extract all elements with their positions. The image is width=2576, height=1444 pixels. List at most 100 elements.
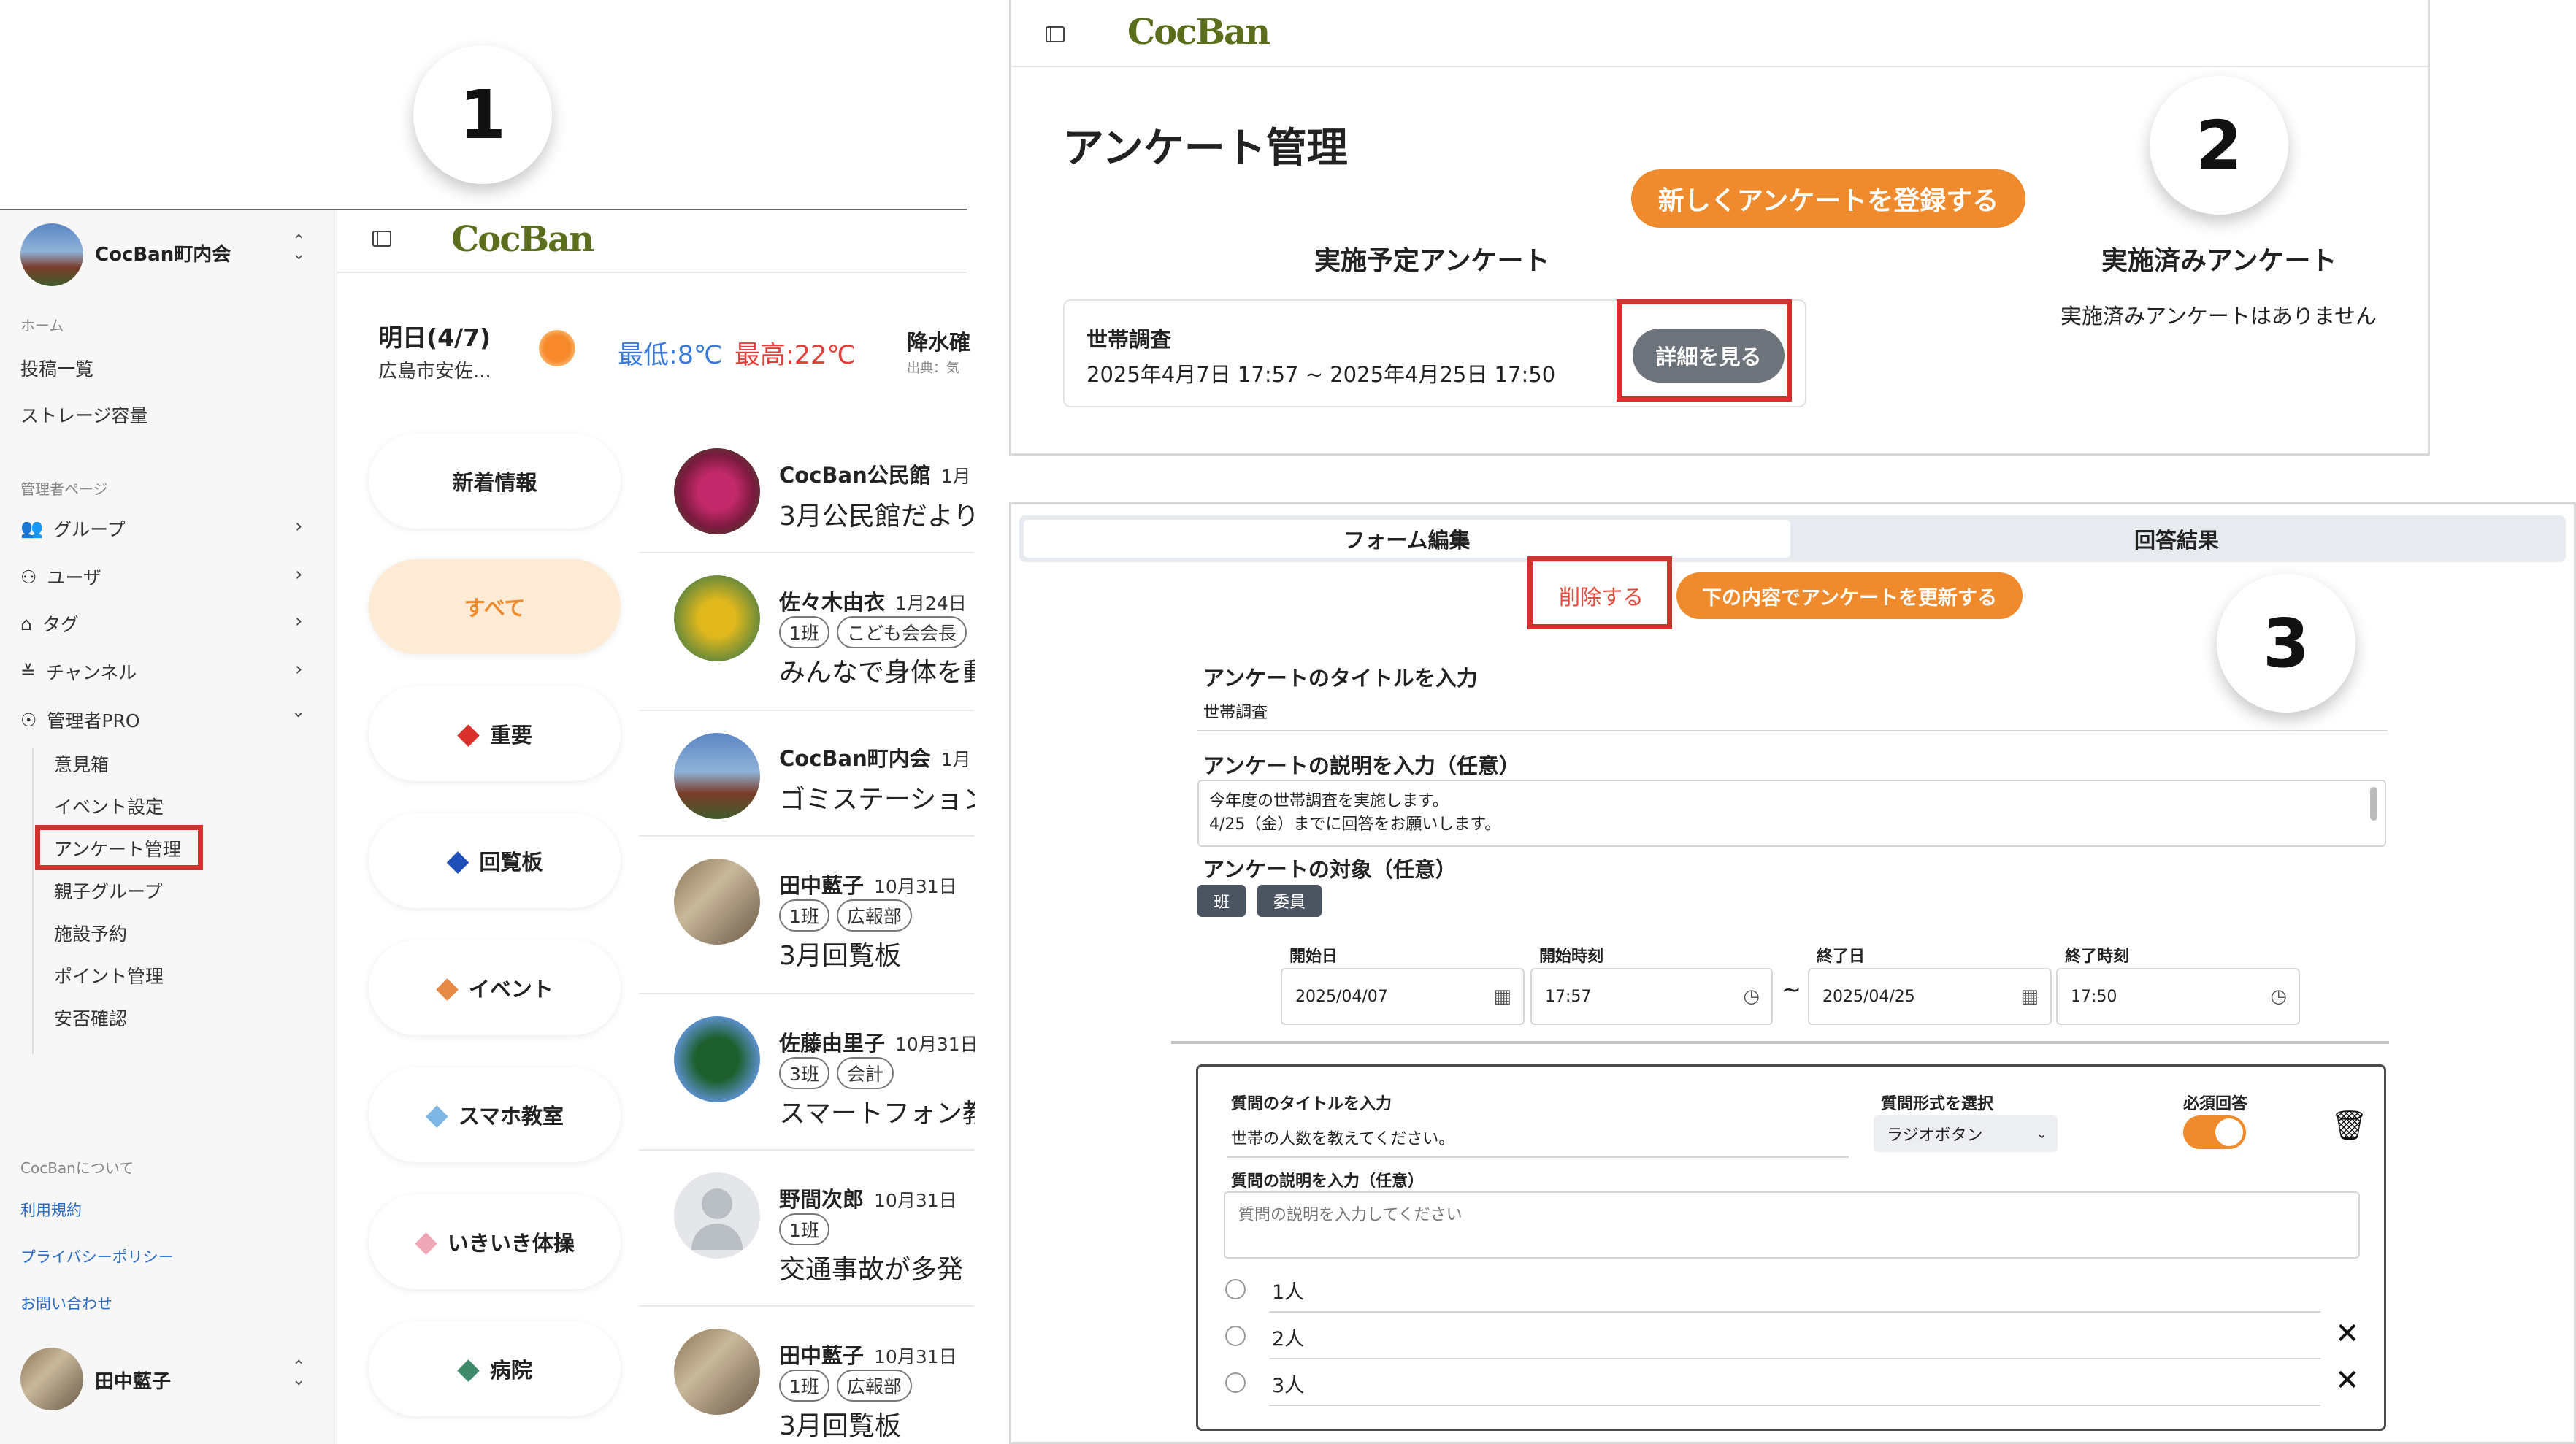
chevron-right-icon: › (295, 658, 303, 680)
target-chip-iin[interactable]: 委員 (1257, 885, 1322, 917)
feed-name: CocBan公民館 (779, 463, 931, 488)
weather-source: 出典：気 (907, 361, 959, 376)
category-hospital[interactable]: ◆ 病院 (369, 1321, 621, 1416)
scrollbar[interactable] (2370, 787, 2377, 821)
step-marker-1: 1 (413, 45, 552, 184)
list-item[interactable]: 佐藤由里子 10月31日 3班会計 スマートフォン教室 (639, 1010, 975, 1142)
list-item[interactable]: 田中藍子 10月31日 1班 広報部 3月回覧板 (639, 1323, 975, 1444)
chevron-down-icon: ⌄ (2036, 1126, 2047, 1142)
link-terms[interactable]: 利用規約 (20, 1199, 82, 1221)
required-toggle[interactable] (2183, 1115, 2246, 1149)
category-event[interactable]: ◆ イベント (369, 940, 621, 1035)
survey-card-period: 2025年4月7日 17:57 ~ 2025年4月25日 17:50 (1086, 362, 1556, 387)
end-date-input[interactable]: 2025/04/25 ▦ (1808, 968, 2052, 1025)
avatar (674, 1172, 760, 1259)
org-switch-icon[interactable]: ⌃ ⌄ (292, 234, 305, 263)
question-type-select[interactable]: ラジオボタン ⌄ (1874, 1115, 2058, 1152)
title-input[interactable]: 世帯調査 (1203, 699, 1268, 723)
option-radio[interactable] (1225, 1326, 1246, 1346)
option-text[interactable]: 3人 (1272, 1370, 1304, 1398)
sidebar-item-posts[interactable]: 投稿一覧 (20, 355, 93, 381)
feed-date: 1月 (940, 466, 971, 487)
register-survey-button[interactable]: 新しくアンケートを登録する (1631, 169, 2025, 228)
list-item[interactable]: CocBan公民館 1月 3月公民館だより (639, 442, 975, 552)
feed-date: 10月31日 (895, 1034, 975, 1055)
delete-question-icon[interactable]: 🗑 (2331, 1108, 2368, 1142)
feed-date: 1月24日 (895, 593, 967, 614)
sidebar-item-users[interactable]: ⚇ ユーザ (20, 564, 101, 590)
calendar-icon: ▦ (2020, 986, 2039, 1007)
sidebar-toggle-icon[interactable] (372, 231, 391, 247)
remove-option-icon[interactable]: ✕ (2335, 1317, 2360, 1351)
category-smartphone[interactable]: ◆ スマホ教室 (369, 1067, 621, 1162)
category-important[interactable]: ◆ 重要 (369, 686, 621, 781)
question-desc-label: 質問の説明を入力（任意） (1231, 1172, 1425, 1191)
sidebar-sub-points[interactable]: ポイント管理 (54, 962, 164, 988)
question-desc-textarea[interactable]: 質問の説明を入力してください (1224, 1191, 2360, 1259)
tag-chip: 3班 (779, 1057, 829, 1089)
avatar (674, 575, 760, 661)
target-chip-han[interactable]: 班 (1197, 885, 1246, 917)
feed-name: 田中藍子 (779, 873, 865, 898)
link-privacy[interactable]: プライバシーポリシー (20, 1245, 174, 1267)
section-admin: 管理者ページ (20, 480, 108, 498)
option-radio[interactable] (1225, 1372, 1246, 1393)
option-underline (1269, 1311, 2320, 1313)
tag-chip: 会計 (836, 1057, 894, 1089)
target-label: アンケートの対象（任意） (1203, 857, 1457, 882)
question-title-underline (1227, 1156, 1849, 1158)
option-radio[interactable] (1225, 1279, 1246, 1299)
desc-textarea[interactable]: 今年度の世帯調査を実施します。 4/25（金）までに回答をお願いします。 (1197, 780, 2386, 847)
end-time-input[interactable]: 17:50 ◷ (2056, 968, 2300, 1025)
link-contact[interactable]: お問い合わせ (20, 1292, 112, 1314)
category-all[interactable]: すべて (369, 559, 621, 654)
sidebar-sub-opinion-box[interactable]: 意見箱 (54, 750, 109, 777)
question-title-label: 質問のタイトルを入力 (1231, 1095, 1392, 1113)
list-item[interactable]: 田中藍子 10月31日 1班 広報部 3月回覧板 (639, 853, 975, 984)
user-icon: ⚇ (20, 566, 37, 588)
tag-chip: 広報部 (836, 899, 912, 932)
sidebar-toggle-icon[interactable] (1046, 26, 1065, 42)
divider (639, 835, 975, 837)
start-time-input[interactable]: 17:57 ◷ (1530, 968, 1773, 1025)
user-menu-icon[interactable]: ⌃ ⌄ (292, 1359, 305, 1389)
sidebar-item-channels[interactable]: ≚ チャンネル (20, 658, 137, 685)
list-item[interactable]: 佐々木由衣 1月24日 1班こども会会長 みんなで身体を動かそう (639, 569, 975, 701)
tab-form-edit[interactable]: フォーム編集 (1024, 520, 1790, 558)
list-item[interactable]: 野間次郎 10月31日 1班 交通事故が多発 (639, 1167, 975, 1298)
end-time-label: 終了時刻 (2065, 948, 2130, 966)
user-name[interactable]: 田中藍子 (95, 1367, 171, 1394)
sidebar-sub-event-settings[interactable]: イベント設定 (54, 793, 164, 819)
question-title-input[interactable]: 世帯の人数を教えてください。 (1231, 1126, 1454, 1149)
sidebar-item-admin-pro[interactable]: ☉ 管理者PRO (20, 707, 140, 733)
option-text[interactable]: 2人 (1272, 1323, 1304, 1351)
start-date-input[interactable]: 2025/04/07 ▦ (1281, 968, 1525, 1025)
step-marker-2: 2 (2150, 76, 2288, 215)
list-item[interactable]: CocBan町内会 1月 ゴミステーション (639, 726, 975, 835)
sidebar-item-tags[interactable]: ⌂ タグ (20, 610, 79, 637)
tab-results[interactable]: 回答結果 (1793, 520, 2560, 558)
category-exercise[interactable]: ◆ いきいき体操 (369, 1194, 621, 1289)
sidebar-sub-parent-groups[interactable]: 親子グループ (54, 877, 163, 904)
sidebar-sub-safety-check[interactable]: 安否確認 (54, 1005, 127, 1031)
scheduled-heading: 実施予定アンケート (1314, 246, 1550, 276)
update-survey-button[interactable]: 下の内容でアンケートを更新する (1676, 572, 2023, 619)
feed-name: 佐藤由里子 (779, 1031, 886, 1056)
org-name[interactable]: CocBan町内会 (95, 239, 231, 266)
sun-icon (539, 330, 575, 366)
category-new[interactable]: 新着情報 (369, 434, 621, 529)
tag-red-icon: ◆ (457, 717, 480, 750)
tag-chip: 広報部 (836, 1370, 912, 1402)
feed-body: みんなで身体を動かそう (779, 658, 975, 688)
avatar (674, 1329, 760, 1415)
sidebar-item-storage[interactable]: ストレージ容量 (20, 402, 148, 428)
sidebar-sub-facility-booking[interactable]: 施設予約 (54, 920, 127, 946)
range-tilde: ~ (1782, 975, 1801, 1003)
category-circular[interactable]: ◆ 回覧板 (369, 813, 621, 908)
sidebar-item-groups[interactable]: 👥 グループ (20, 515, 126, 542)
avatar (674, 448, 760, 534)
feed-body: 3月回覧板 (779, 1411, 901, 1441)
tag-chip: こども会会長 (836, 616, 967, 648)
remove-option-icon[interactable]: ✕ (2335, 1364, 2360, 1397)
option-text[interactable]: 1人 (1272, 1276, 1304, 1305)
